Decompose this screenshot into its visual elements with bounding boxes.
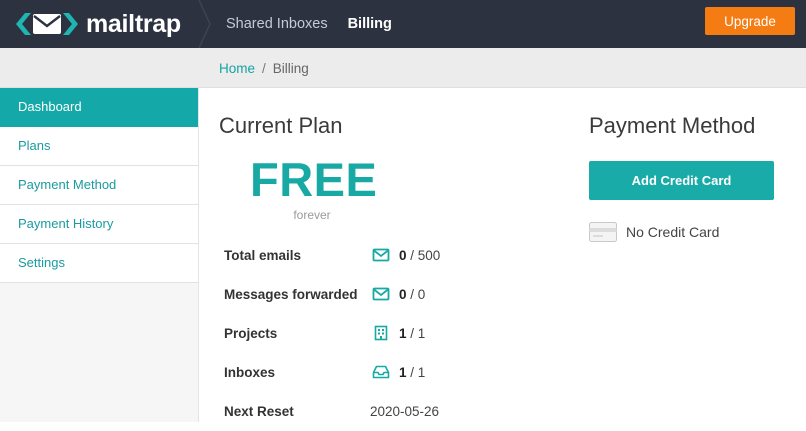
credit-card-status-text: No Credit Card (626, 224, 720, 240)
sidebar-item-plans[interactable]: Plans (0, 127, 198, 166)
usage-row-total-emails: Total emails 0 / 500 (224, 236, 524, 275)
current-plan-heading: Current Plan (219, 113, 343, 138)
main-content: Current Plan FREE forever Total emails 0… (200, 88, 806, 422)
usage-row-next-reset: Next Reset 2020-05-26 (224, 392, 524, 431)
usage-row-projects: Projects 1 / 1 (224, 314, 524, 353)
usage-limit: / 1 (410, 365, 426, 380)
nav-billing[interactable]: Billing (348, 16, 392, 32)
usage-label: Projects (224, 326, 278, 341)
sidebar-item-settings[interactable]: Settings (0, 244, 198, 283)
plan-name: FREE (250, 153, 378, 206)
logo[interactable]: mailtrap (16, 6, 181, 42)
usage-used: 0 (399, 248, 407, 263)
breadcrumb-bar: Home / Billing (0, 48, 806, 88)
usage-label: Messages forwarded (224, 287, 358, 302)
sidebar-item-dashboard[interactable]: Dashboard (0, 88, 198, 127)
usage-used: 0 (399, 287, 407, 302)
building-icon (374, 325, 388, 341)
usage-row-messages-forwarded: Messages forwarded 0 / 0 (224, 275, 524, 314)
sidebar-item-payment-method[interactable]: Payment Method (0, 166, 198, 205)
inbox-icon (372, 365, 390, 379)
breadcrumb-separator: / (262, 60, 266, 76)
usage-limit: / 1 (410, 326, 426, 341)
usage-value: 0 / 500 (399, 248, 440, 263)
credit-card-icon (589, 222, 617, 242)
breadcrumb-current: Billing (272, 60, 309, 76)
usage-value: 0 / 0 (399, 287, 425, 302)
mailtrap-logo-icon (16, 13, 78, 35)
credit-card-status: No Credit Card (589, 222, 719, 242)
nav-shared-inboxes[interactable]: Shared Inboxes (226, 16, 328, 32)
nav-divider (198, 0, 211, 48)
usage-label: Inboxes (224, 365, 276, 380)
payment-method-heading: Payment Method (589, 113, 756, 138)
top-nav: Shared Inboxes Billing (226, 0, 392, 48)
envelope-icon (372, 287, 390, 301)
usage-label: Total emails (224, 248, 302, 263)
envelope-icon (372, 248, 390, 262)
plan-term: forever (293, 208, 331, 222)
breadcrumb: Home / Billing (219, 48, 309, 88)
usage-list: Total emails 0 / 500 Messages forwarded … (224, 236, 524, 431)
upgrade-button[interactable]: Upgrade (705, 7, 795, 35)
logo-text: mailtrap (86, 9, 181, 38)
usage-used: 1 (399, 326, 407, 341)
usage-limit: / 500 (410, 248, 441, 263)
usage-value: 1 / 1 (399, 326, 425, 341)
next-reset-value: 2020-05-26 (370, 404, 440, 419)
sidebar-item-payment-history[interactable]: Payment History (0, 205, 198, 244)
usage-row-inboxes: Inboxes 1 / 1 (224, 353, 524, 392)
top-bar: mailtrap Shared Inboxes Billing Upgrade (0, 0, 806, 48)
sidebar: Dashboard Plans Payment Method Payment H… (0, 88, 199, 422)
breadcrumb-home-link[interactable]: Home (219, 61, 255, 76)
usage-value: 1 / 1 (399, 365, 425, 380)
next-reset-label: Next Reset (224, 404, 294, 419)
usage-used: 1 (399, 365, 407, 380)
usage-limit: / 0 (410, 287, 426, 302)
add-credit-card-button[interactable]: Add Credit Card (589, 161, 774, 200)
